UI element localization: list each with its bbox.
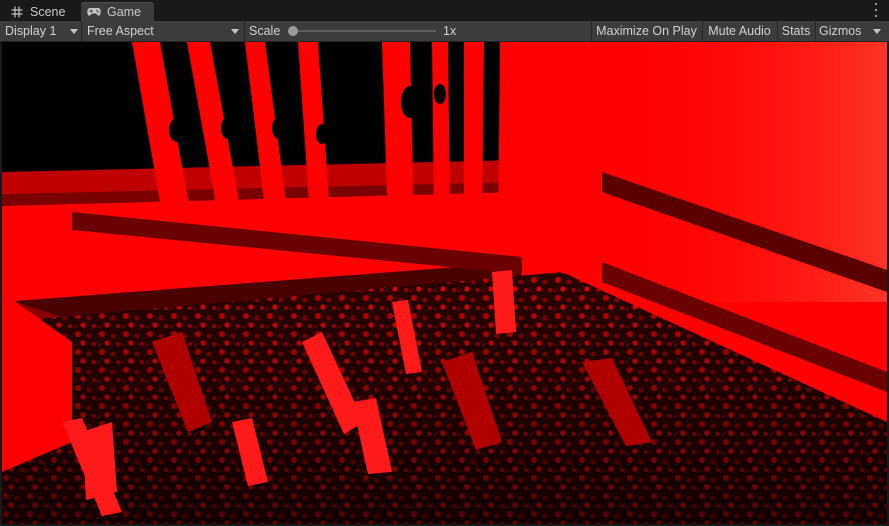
- game-window: Scene Game Display 1 Free Aspect Scale 1…: [0, 0, 889, 526]
- tab-scene[interactable]: Scene: [4, 2, 78, 21]
- game-view-viewport[interactable]: [2, 42, 887, 524]
- tab-game-label: Game: [107, 5, 142, 19]
- mute-audio-toggle[interactable]: Mute Audio: [703, 21, 776, 41]
- chevron-down-icon: [70, 29, 78, 34]
- stats-toggle[interactable]: Stats: [778, 21, 814, 41]
- tab-game[interactable]: Game: [81, 2, 154, 21]
- scale-label: Scale: [249, 24, 281, 38]
- maximize-on-play-toggle[interactable]: Maximize On Play: [592, 21, 701, 41]
- tab-scene-label: Scene: [30, 4, 66, 19]
- chevron-down-icon: [231, 29, 239, 34]
- scale-slider-handle[interactable]: [288, 26, 298, 36]
- scale-value: 1x: [443, 24, 457, 38]
- more-options-icon[interactable]: [873, 3, 879, 17]
- rendered-scene-image: [2, 42, 887, 524]
- gamepad-icon: [87, 6, 101, 18]
- scale-slider-track[interactable]: [292, 30, 436, 32]
- divider: [244, 21, 245, 41]
- chevron-down-icon: [873, 29, 881, 34]
- gizmos-dropdown[interactable]: Gizmos: [816, 21, 889, 41]
- display-dropdown[interactable]: Display 1: [0, 21, 81, 41]
- tab-strip: Scene Game: [0, 0, 889, 21]
- gizmos-dropdown-label: Gizmos: [819, 24, 862, 38]
- aspect-dropdown-label: Free Aspect: [87, 24, 154, 38]
- aspect-dropdown[interactable]: Free Aspect: [82, 21, 243, 41]
- display-dropdown-label: Display 1: [5, 24, 57, 38]
- grid-icon: [10, 6, 24, 18]
- game-toolbar: Display 1 Free Aspect Scale 1x Maximize …: [0, 21, 889, 42]
- scale-slider[interactable]: [288, 25, 438, 37]
